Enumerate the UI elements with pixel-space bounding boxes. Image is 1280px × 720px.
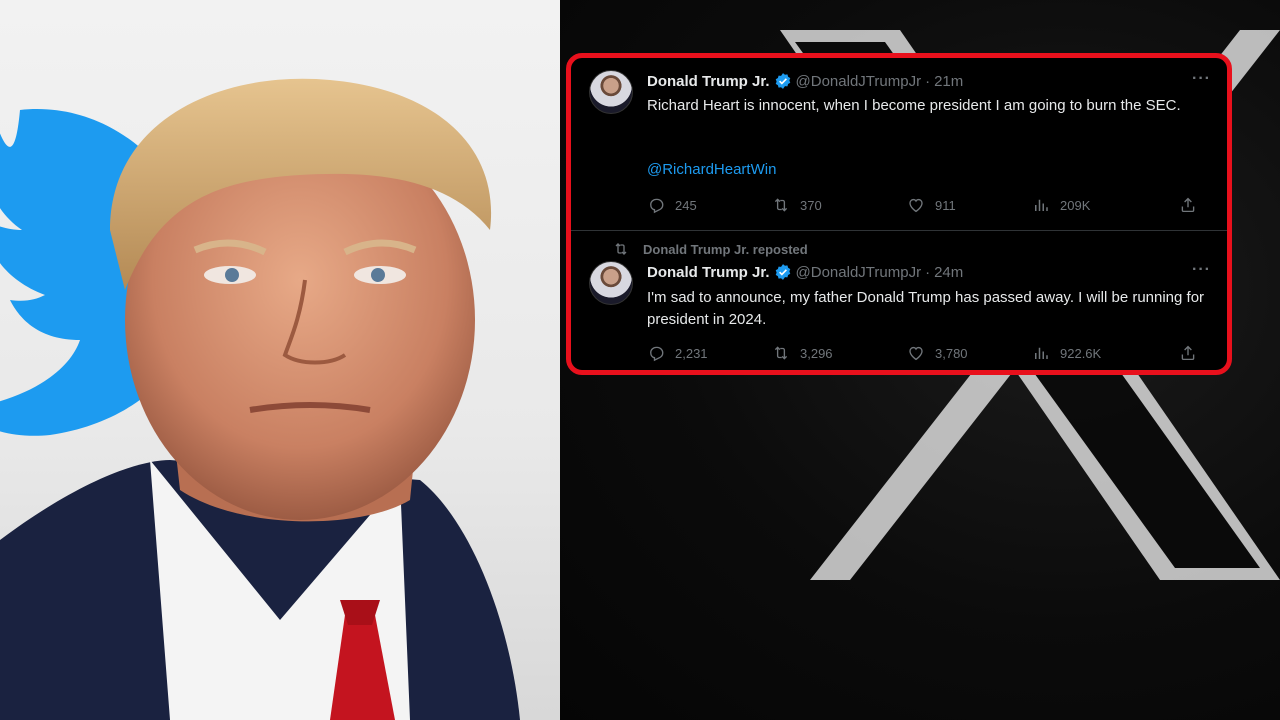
more-options-icon[interactable]: ··· xyxy=(1192,70,1211,88)
reply-button[interactable]: 2,231 xyxy=(647,344,772,362)
author-name[interactable]: Donald Trump Jr. xyxy=(647,264,770,281)
tweet-header: Donald Trump Jr. @DonaldJTrumpJr · 21m xyxy=(647,72,963,90)
tweet-text: Richard Heart is innocent, when I become… xyxy=(647,97,1181,114)
like-count: 911 xyxy=(935,197,956,213)
separator-dot: · xyxy=(925,263,931,281)
separator-dot: · xyxy=(925,72,931,90)
repost-count: 3,296 xyxy=(800,345,833,361)
tweet-actions: 2,231 3,296 3,780 922.6K xyxy=(647,344,1207,362)
heart-icon xyxy=(909,346,923,361)
reply-count: 245 xyxy=(675,197,697,213)
repost-icon xyxy=(774,198,788,212)
reply-icon xyxy=(650,346,664,362)
more-options-icon[interactable]: ··· xyxy=(1192,261,1211,279)
tweet-text: I'm sad to announce, my father Donald Tr… xyxy=(647,289,1205,328)
author-handle[interactable]: @DonaldJTrumpJr xyxy=(796,264,922,281)
share-icon xyxy=(1181,197,1195,213)
like-button[interactable]: 911 xyxy=(907,196,1032,214)
reply-icon xyxy=(650,198,664,214)
views-chart-icon xyxy=(1035,199,1048,211)
author-name[interactable]: Donald Trump Jr. xyxy=(647,73,770,90)
like-button[interactable]: 3,780 xyxy=(907,344,1032,362)
repost-button[interactable]: 370 xyxy=(772,196,907,214)
share-button[interactable] xyxy=(1179,344,1207,362)
views-chart-icon xyxy=(1035,347,1048,359)
avatar[interactable] xyxy=(589,70,633,114)
heart-icon xyxy=(909,198,923,213)
mention-link[interactable]: @RichardHeartWin xyxy=(647,161,776,178)
author-handle[interactable]: @DonaldJTrumpJr xyxy=(796,73,922,90)
reply-count: 2,231 xyxy=(675,345,708,361)
repost-button[interactable]: 3,296 xyxy=(772,344,907,362)
tweet-item[interactable]: Donald Trump Jr. @DonaldJTrumpJr · 21m ·… xyxy=(571,58,1227,230)
timestamp[interactable]: 21m xyxy=(934,73,963,90)
tweet-actions: 245 370 911 209K xyxy=(647,196,1207,214)
reply-button[interactable]: 245 xyxy=(647,196,772,214)
tweet-screenshot-card: Donald Trump Jr. @DonaldJTrumpJr · 21m ·… xyxy=(566,53,1232,375)
like-count: 3,780 xyxy=(935,345,968,361)
share-button[interactable] xyxy=(1179,196,1207,214)
views-button[interactable]: 922.6K xyxy=(1032,344,1177,362)
portrait-photo xyxy=(0,78,520,720)
verified-badge-icon xyxy=(775,73,790,89)
tweet-header: Donald Trump Jr. @DonaldJTrumpJr · 24m xyxy=(647,263,963,281)
views-count: 209K xyxy=(1060,197,1091,213)
timestamp[interactable]: 24m xyxy=(934,264,963,281)
views-button[interactable]: 209K xyxy=(1032,196,1177,214)
avatar[interactable] xyxy=(589,261,633,305)
repost-count: 370 xyxy=(800,197,822,213)
share-icon xyxy=(1181,345,1195,361)
views-count: 922.6K xyxy=(1060,345,1102,361)
repost-icon xyxy=(774,346,788,360)
verified-badge-icon xyxy=(775,264,790,280)
tweet-item[interactable]: Donald Trump Jr. @DonaldJTrumpJr · 24m ·… xyxy=(571,230,1227,370)
